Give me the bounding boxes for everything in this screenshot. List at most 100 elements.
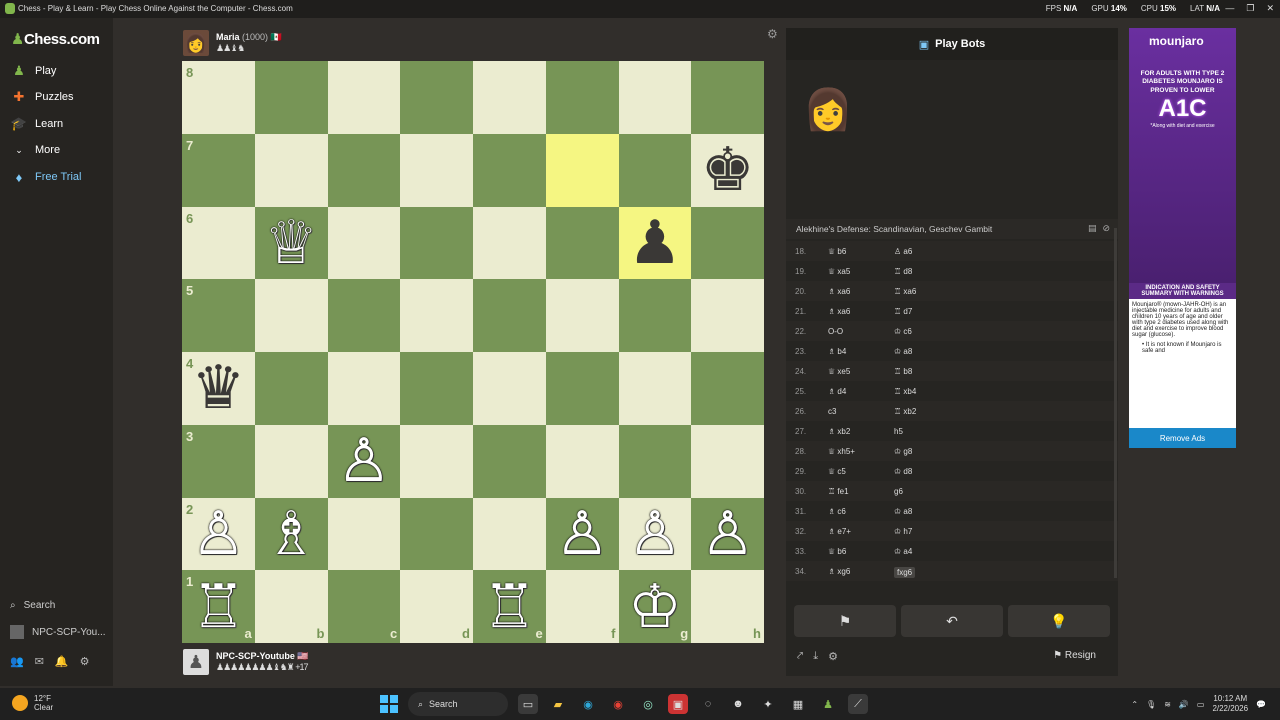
square-a7[interactable]: 7 bbox=[182, 133, 255, 207]
black-move[interactable]: ♖ b8 bbox=[894, 367, 912, 376]
white-move[interactable]: ♗ d4 bbox=[828, 387, 846, 396]
piece-g6[interactable]: ♟ bbox=[628, 213, 682, 273]
piece-a4[interactable]: ♛ bbox=[191, 358, 245, 418]
square-e1[interactable]: e ♖ bbox=[473, 570, 546, 643]
square-f4[interactable] bbox=[545, 352, 619, 425]
close-button[interactable]: ✕ bbox=[1266, 3, 1274, 14]
square-d7[interactable] bbox=[400, 133, 473, 207]
square-h4[interactable] bbox=[691, 352, 764, 425]
square-e7[interactable] bbox=[473, 133, 546, 207]
white-move[interactable]: ♕ c5 bbox=[828, 467, 846, 476]
square-d3[interactable] bbox=[400, 424, 473, 498]
square-e6[interactable] bbox=[473, 206, 546, 280]
volume-icon[interactable]: 🔊 bbox=[1179, 700, 1189, 709]
square-g1[interactable]: g ♔ bbox=[618, 570, 692, 643]
sidebar-search[interactable]: ⌕ Search bbox=[10, 600, 55, 611]
square-b2[interactable]: ♗ bbox=[254, 497, 328, 571]
square-d6[interactable] bbox=[400, 206, 473, 280]
chess-board[interactable]: 8 7 ♚ 6 ♕ ♟ 5 4 ♛ 3 ♙ 2 ♙ ♗ ♙ ♙ ♙ 1 a ♖ b c d e ♖ f g ♔ h bbox=[182, 61, 764, 643]
advertisement[interactable]: mounjaro FOR ADULTS WITH TYPE 2 DIABETES… bbox=[1129, 28, 1236, 448]
piece-b2[interactable]: ♗ bbox=[264, 504, 318, 564]
square-c7[interactable] bbox=[327, 133, 401, 207]
taskbar-search[interactable]: ⌕ Search bbox=[408, 692, 508, 716]
chesscom-logo[interactable]: ♟Chess.com bbox=[11, 30, 100, 48]
black-move[interactable]: ♔ d8 bbox=[894, 467, 912, 476]
sidebar-item-more[interactable]: ⌄ More bbox=[0, 138, 113, 162]
square-d5[interactable] bbox=[400, 279, 473, 352]
black-move[interactable]: ♖ xb2 bbox=[894, 407, 916, 416]
square-e3[interactable] bbox=[473, 424, 546, 498]
wifi-icon[interactable]: ≋ bbox=[1164, 700, 1171, 709]
download-icon[interactable]: ⤓ bbox=[813, 650, 818, 663]
abort-flag-button[interactable]: ⚑ bbox=[794, 605, 896, 637]
file-explorer-icon[interactable]: ▰ bbox=[548, 694, 568, 714]
white-move[interactable]: ♕ b6 bbox=[828, 247, 846, 256]
chevron-up-icon[interactable]: ⌃ bbox=[1131, 700, 1138, 709]
square-g2[interactable]: ♙ bbox=[618, 497, 692, 571]
black-move[interactable]: ♔ c6 bbox=[894, 327, 912, 336]
square-a1[interactable]: 1 a ♖ bbox=[182, 570, 255, 643]
white-move[interactable]: ♖ fe1 bbox=[828, 487, 849, 496]
black-move[interactable]: ♖ d7 bbox=[894, 307, 912, 316]
square-f2[interactable]: ♙ bbox=[545, 497, 619, 571]
black-move[interactable]: fxg6 bbox=[894, 567, 916, 578]
remove-ads-button[interactable]: Remove Ads bbox=[1129, 428, 1236, 448]
chrome-icon[interactable]: ◉ bbox=[608, 694, 628, 714]
white-move[interactable]: ♕ b6 bbox=[828, 547, 846, 556]
square-g7[interactable] bbox=[618, 133, 692, 207]
board-settings-icon[interactable]: ⚙ bbox=[767, 27, 778, 41]
square-d1[interactable]: d bbox=[400, 570, 473, 643]
app-icon[interactable]: ⟋ bbox=[848, 694, 868, 714]
square-b6[interactable]: ♕ bbox=[254, 206, 328, 280]
square-c5[interactable] bbox=[327, 279, 401, 352]
piece-a2[interactable]: ♙ bbox=[191, 504, 245, 564]
square-h5[interactable] bbox=[691, 279, 764, 352]
black-move[interactable]: g6 bbox=[894, 487, 903, 496]
black-move[interactable]: ♔ a4 bbox=[894, 547, 912, 556]
player-avatar[interactable]: ♟ bbox=[183, 649, 209, 675]
move-list-scrollbar[interactable] bbox=[1114, 228, 1117, 578]
square-g3[interactable] bbox=[618, 424, 692, 498]
square-h6[interactable] bbox=[691, 206, 764, 280]
minimize-button[interactable]: — bbox=[1225, 3, 1234, 14]
piece-c3[interactable]: ♙ bbox=[337, 431, 391, 491]
piece-a1[interactable]: ♖ bbox=[191, 577, 245, 637]
piece-g2[interactable]: ♙ bbox=[628, 504, 682, 564]
notifications-icon[interactable]: 🔔 bbox=[55, 655, 69, 668]
steam-icon[interactable]: ◎ bbox=[638, 694, 658, 714]
square-c6[interactable] bbox=[327, 206, 401, 280]
friends-icon[interactable]: 👥 bbox=[10, 655, 24, 668]
square-c8[interactable] bbox=[327, 61, 401, 134]
hint-button[interactable]: 💡 bbox=[1008, 605, 1110, 637]
black-move[interactable]: h5 bbox=[894, 427, 903, 436]
app-icon[interactable]: ☻ bbox=[728, 694, 748, 714]
white-move[interactable]: ♗ xa6 bbox=[828, 287, 850, 296]
square-a5[interactable]: 5 bbox=[182, 279, 255, 352]
start-button[interactable] bbox=[380, 695, 398, 713]
black-move[interactable]: ♖ xb4 bbox=[894, 387, 916, 396]
takeback-button[interactable]: ↶ bbox=[901, 605, 1003, 637]
black-move[interactable]: ♖ d8 bbox=[894, 267, 912, 276]
square-d2[interactable] bbox=[400, 497, 473, 571]
app-icon[interactable]: ▣ bbox=[668, 694, 688, 714]
square-h7[interactable]: ♚ bbox=[691, 133, 764, 207]
sidebar-item-puzzles[interactable]: ✚ Puzzles bbox=[0, 85, 113, 109]
square-f7[interactable] bbox=[545, 133, 619, 207]
square-f6[interactable] bbox=[545, 206, 619, 280]
square-a2[interactable]: 2 ♙ bbox=[182, 497, 255, 571]
black-move[interactable]: ♔ a8 bbox=[894, 347, 912, 356]
piece-h2[interactable]: ♙ bbox=[701, 504, 755, 564]
square-a8[interactable]: 8 bbox=[182, 61, 255, 134]
white-move[interactable]: ♗ c6 bbox=[828, 507, 846, 516]
black-move[interactable]: ♔ a8 bbox=[894, 507, 912, 516]
square-f3[interactable] bbox=[545, 424, 619, 498]
white-move[interactable]: ♕ xe5 bbox=[828, 367, 850, 376]
white-move[interactable]: O-O bbox=[828, 327, 843, 336]
messages-icon[interactable]: ✉ bbox=[35, 655, 44, 668]
square-h2[interactable]: ♙ bbox=[691, 497, 764, 571]
square-g6[interactable]: ♟ bbox=[618, 206, 692, 280]
square-d4[interactable] bbox=[400, 352, 473, 425]
square-f1[interactable]: f bbox=[545, 570, 619, 643]
square-f8[interactable] bbox=[545, 61, 619, 134]
square-e5[interactable] bbox=[473, 279, 546, 352]
